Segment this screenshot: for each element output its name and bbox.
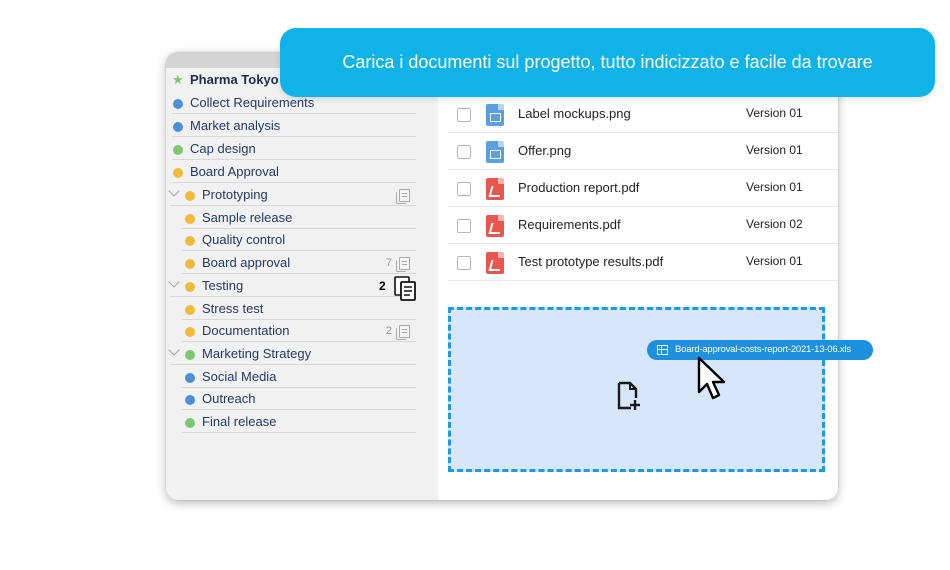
status-dot <box>185 418 195 428</box>
chevron-down-icon[interactable] <box>168 185 180 197</box>
file-name[interactable]: Label mockups.png <box>518 106 631 121</box>
sidebar-item-documentation[interactable]: Documentation 2 <box>182 320 416 342</box>
sidebar-item-label: Board approval <box>202 255 291 270</box>
promo-banner: Carica i documenti sul progetto, tutto i… <box>280 28 935 97</box>
sidebar-item-label: Stress test <box>202 301 264 316</box>
pdf-file-icon <box>486 252 504 274</box>
chevron-down-icon[interactable] <box>168 276 180 288</box>
status-dot <box>185 350 195 360</box>
document-count: 2 <box>385 325 392 337</box>
sidebar-item-board-approval-top[interactable]: Board Approval <box>172 161 416 183</box>
file-name[interactable]: Offer.png <box>518 143 571 158</box>
sidebar-item-market-analysis[interactable]: Market analysis <box>172 115 416 137</box>
file-row[interactable]: Offer.png Version 01 <box>448 133 838 170</box>
status-dot <box>185 282 195 292</box>
dragged-documents-icon <box>394 276 416 301</box>
image-file-icon <box>486 104 504 126</box>
status-dot <box>173 99 183 109</box>
file-checkbox[interactable] <box>457 256 471 270</box>
file-row[interactable]: Requirements.pdf Version 02 <box>448 207 838 244</box>
sidebar-item-label: Marketing Strategy <box>202 346 312 361</box>
status-dot <box>185 259 195 269</box>
file-name[interactable]: Production report.pdf <box>518 180 639 195</box>
file-version: Version 01 <box>746 180 803 194</box>
status-dot <box>185 373 195 383</box>
image-file-icon <box>486 141 504 163</box>
pdf-file-icon <box>486 215 504 237</box>
documents-icon[interactable] <box>396 189 410 204</box>
status-dot <box>185 214 195 224</box>
document-count: 7 <box>385 257 392 269</box>
sidebar-item-label: Outreach <box>202 391 256 406</box>
file-name[interactable]: Test prototype results.pdf <box>518 254 663 269</box>
sidebar-item-quality-control[interactable]: Quality control <box>182 229 416 251</box>
sidebar-item-label: Quality control <box>202 232 286 247</box>
sidebar-item-label: Social Media <box>202 369 277 384</box>
sidebar-item-final-release[interactable]: Final release <box>182 411 416 433</box>
status-dot <box>185 395 195 405</box>
file-version: Version 01 <box>746 106 803 120</box>
file-version: Version 02 <box>746 217 803 231</box>
file-name[interactable]: Requirements.pdf <box>518 217 621 232</box>
status-dot <box>185 305 195 315</box>
file-checkbox[interactable] <box>457 145 471 159</box>
file-row[interactable]: Label mockups.png Version 01 <box>448 96 838 133</box>
status-dot <box>185 327 195 337</box>
sidebar-item-board-approval[interactable]: Board approval 7 <box>182 252 416 274</box>
dragged-file-chip[interactable]: Board-approval-costs-report-2021-13-06.x… <box>647 340 873 360</box>
file-checkbox[interactable] <box>457 182 471 196</box>
sidebar-item-marketing-strategy[interactable]: Marketing Strategy <box>168 343 416 365</box>
sidebar-item-sample-release[interactable]: Sample release <box>182 207 416 229</box>
sidebar-item-label: Testing <box>202 278 244 293</box>
banner-text: Carica i documenti sul progetto, tutto i… <box>342 52 873 72</box>
spreadsheet-icon <box>657 345 668 355</box>
chevron-down-icon[interactable] <box>168 344 180 356</box>
sidebar-item-prototyping[interactable]: Prototyping <box>168 184 416 206</box>
file-version: Version 01 <box>746 143 803 157</box>
sidebar-item-cap-design[interactable]: Cap design <box>172 138 416 160</box>
sidebar-item-label: Board Approval <box>190 164 279 179</box>
sidebar-item-stress-test[interactable]: Stress test <box>182 298 416 320</box>
sidebar-item-label: Sample release <box>202 210 293 225</box>
status-dot <box>173 145 183 155</box>
sidebar-item-label: Prototyping <box>202 187 268 202</box>
sidebar-item-label: Market analysis <box>190 118 281 133</box>
status-dot <box>185 236 195 246</box>
file-checkbox[interactable] <box>457 219 471 233</box>
star-icon: ★ <box>172 72 184 87</box>
dragged-file-name: Board-approval-costs-report-2021-13-06.x… <box>675 344 851 355</box>
documents-icon[interactable] <box>396 257 410 272</box>
status-dot <box>173 122 183 132</box>
pdf-file-icon <box>486 178 504 200</box>
drag-count-badge: 2 <box>379 279 386 293</box>
sidebar-item-label: Final release <box>202 414 277 429</box>
sidebar-item-label: Documentation <box>202 323 290 338</box>
file-row[interactable]: Test prototype results.pdf Version 01 <box>448 244 838 281</box>
status-dot <box>185 191 195 201</box>
file-version: Version 01 <box>746 254 803 268</box>
sidebar-item-label: Cap design <box>190 141 256 156</box>
mouse-cursor-icon <box>697 356 726 400</box>
status-dot <box>173 168 183 178</box>
project-title: Pharma Tokyo <box>190 72 279 87</box>
add-file-icon[interactable] <box>617 381 641 411</box>
sidebar-item-outreach[interactable]: Outreach <box>182 388 416 410</box>
file-checkbox[interactable] <box>457 108 471 122</box>
documents-icon[interactable] <box>396 325 410 340</box>
sidebar-item-social-media[interactable]: Social Media <box>182 366 416 388</box>
file-row[interactable]: Production report.pdf Version 01 <box>448 170 838 207</box>
